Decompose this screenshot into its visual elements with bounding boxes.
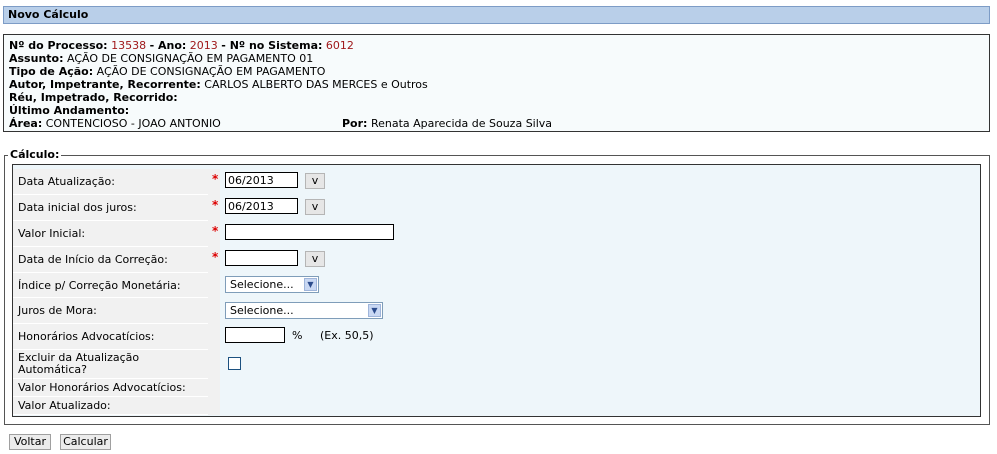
sistema-label: Nº no Sistema: [229, 39, 323, 52]
assunto-label: Assunto: [9, 52, 64, 65]
label-data-atualizacao: Data Atualização: [13, 169, 208, 195]
indice-selected-value: Selecione... [230, 278, 294, 291]
area-label: Área: [9, 117, 43, 130]
assunto-value: AÇÃO DE CONSIGNAÇÃO EM PAGAMENTO 01 [66, 52, 314, 65]
label-indice: Índice p/ Correção Monetária: [13, 273, 208, 298]
processo-label: Nº do Processo: [9, 39, 108, 52]
label-excluir: Excluir da Atualização Automática? [13, 350, 208, 379]
data-atualizacao-calendar-button[interactable]: v [305, 173, 325, 189]
assunto-row: Assunto: AÇÃO DE CONSIGNAÇÃO EM PAGAMENT… [9, 52, 989, 65]
label-excluir-line2: Automática? [18, 363, 87, 376]
process-number-row: Nº do Processo: 13538 - Ano: 2013 - Nº n… [9, 39, 354, 52]
chevron-down-icon: ▼ [304, 278, 317, 291]
calcular-button[interactable]: Calcular [60, 434, 111, 450]
label-valor-atualizado: Valor Atualizado: [13, 397, 208, 415]
tipo-acao-row: Tipo de Ação: AÇÃO DE CONSIGNAÇÃO EM PAG… [9, 65, 989, 78]
por-group: Por: Renata Aparecida de Souza Silva [342, 117, 552, 130]
label-data-inicio-correcao: Data de Início da Correção: [13, 247, 208, 273]
tipo-value: AÇÃO DE CONSIGNAÇÃO EM PAGAMENTO [96, 65, 326, 78]
data-inicio-correcao-input[interactable] [225, 250, 298, 266]
sistema-value: 6012 [325, 39, 354, 52]
page-title: Novo Cálculo [3, 6, 990, 24]
required-marker: * [212, 250, 219, 264]
reu-row: Réu, Impetrado, Recorrido: [9, 91, 989, 104]
label-data-inicial-juros: Data inicial dos juros: [13, 195, 208, 221]
chevron-down-icon: ▼ [368, 304, 381, 317]
excluir-checkbox[interactable] [228, 357, 241, 370]
autor-value: CARLOS ALBERTO DAS MERCES e Outros [204, 78, 428, 91]
por-value: Renata Aparecida de Souza Silva [370, 117, 553, 130]
data-atualizacao-input[interactable] [225, 172, 298, 188]
label-juros-mora: Juros de Mora: [13, 298, 208, 324]
juros-mora-select[interactable]: Selecione... ▼ [225, 302, 383, 319]
data-inicial-juros-input[interactable] [225, 198, 298, 214]
area-row: Área: CONTENCIOSO - JOAO ANTONIO Por: Re… [9, 117, 989, 130]
process-info-panel: Nº do Processo: 13538 - Ano: 2013 - Nº n… [3, 34, 990, 132]
valor-inicial-input[interactable] [225, 224, 394, 240]
data-inicial-juros-calendar-button[interactable]: v [305, 199, 325, 215]
required-marker: * [212, 198, 219, 212]
label-valor-inicial: Valor Inicial: [13, 221, 208, 247]
indice-select[interactable]: Selecione... ▼ [225, 276, 319, 293]
processo-value: 13538 [111, 39, 147, 52]
required-marker: * [212, 224, 219, 238]
autor-label: Autor, Impetrante, Recorrente: [9, 78, 201, 91]
por-label: Por: [342, 117, 368, 130]
autor-row: Autor, Impetrante, Recorrente: CARLOS AL… [9, 78, 989, 91]
juros-selected-value: Selecione... [230, 304, 294, 317]
andamento-row: Último Andamento: [9, 104, 989, 117]
andamento-label: Último Andamento: [9, 104, 130, 117]
area-value: CONTENCIOSO - JOAO ANTONIO [45, 117, 221, 130]
calculo-form: Data Atualização: Data inicial dos juros… [12, 164, 981, 417]
honorarios-input[interactable] [225, 327, 285, 343]
percent-sign: % [292, 329, 303, 342]
voltar-button[interactable]: Voltar [9, 434, 51, 450]
label-honorarios: Honorários Advocatícios: [13, 324, 208, 350]
honorarios-example: (Ex. 50,5) [320, 329, 374, 342]
tipo-label: Tipo de Ação: [9, 65, 94, 78]
data-inicio-correcao-calendar-button[interactable]: v [305, 251, 325, 267]
calculo-legend: Cálculo: [8, 148, 62, 162]
ano-label: Ano: [157, 39, 187, 52]
required-marker: * [212, 172, 219, 186]
label-valor-honorarios: Valor Honorários Advocatícios: [13, 379, 208, 397]
reu-label: Réu, Impetrado, Recorrido: [9, 91, 178, 104]
ano-value: 2013 [189, 39, 218, 52]
